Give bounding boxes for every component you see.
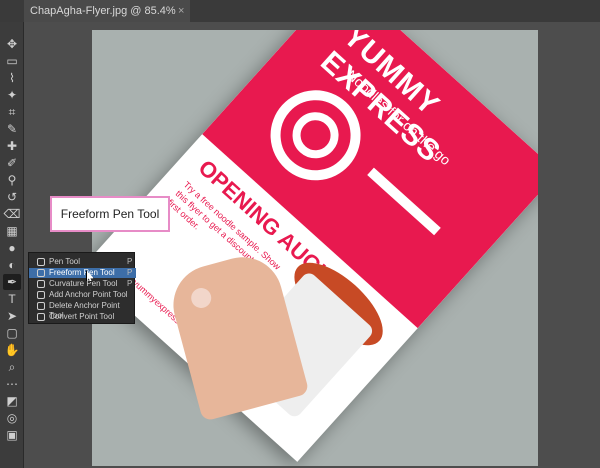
magic-wand-icon[interactable]: ✦ <box>3 87 21 103</box>
more-icon[interactable]: ⋯ <box>3 376 21 392</box>
pen-menu-label: Pen Tool <box>49 257 80 266</box>
history-brush-icon[interactable]: ↺ <box>3 189 21 205</box>
pen-menu-label: Add Anchor Point Tool <box>49 290 128 299</box>
zoom-icon[interactable]: ⌕ <box>3 359 21 375</box>
pen-menu-shortcut: P <box>127 268 133 277</box>
gradient-icon[interactable]: ▦ <box>3 223 21 239</box>
move-icon[interactable]: ✥ <box>3 36 21 52</box>
clone-icon[interactable]: ⚲ <box>3 172 21 188</box>
pen-menu-item[interactable]: Curvature Pen Tool P <box>29 279 136 289</box>
pen-menu-label: Curvature Pen Tool <box>49 279 118 288</box>
pen-menu-item[interactable]: Convert Point Tool <box>29 312 136 322</box>
shape-icon[interactable]: ▢ <box>3 325 21 341</box>
document-tab[interactable]: ChapAgha-Flyer.jpg @ 85.4% (RGB/8#) × <box>24 0 190 39</box>
eyedropper-icon[interactable]: ✎ <box>3 121 21 137</box>
marquee-icon[interactable]: ▭ <box>3 53 21 69</box>
hand-icon[interactable]: ✋ <box>3 342 21 358</box>
pen-tool-icon <box>37 291 45 299</box>
pen-tool-icon <box>37 280 45 288</box>
path-select-icon[interactable]: ➤ <box>3 308 21 324</box>
quickmask-icon[interactable]: ◎ <box>3 410 21 426</box>
pen-menu-shortcut: P <box>127 279 133 288</box>
crop-icon[interactable]: ⌗ <box>3 104 21 120</box>
fingernail <box>188 285 214 311</box>
pen-tool-icon <box>37 269 45 277</box>
pen-tool-flyout: Pen Tool P Freeform Pen Tool P Curvature Pen… <box>28 252 136 324</box>
pen-menu-item[interactable]: Pen Tool P <box>29 257 136 267</box>
pen-tool-icon <box>37 302 45 310</box>
pen-menu-label: Convert Point Tool <box>49 312 115 321</box>
document-tab-bar: ChapAgha-Flyer.jpg @ 85.4% (RGB/8#) × <box>0 0 600 39</box>
pen-menu-label: Freeform Pen Tool <box>49 268 115 277</box>
colors-icon[interactable]: ◩ <box>3 393 21 409</box>
blur-icon[interactable]: ● <box>3 240 21 256</box>
tool-callout-text: Freeform Pen Tool <box>60 207 160 221</box>
screen-mode-icon[interactable]: ▣ <box>3 427 21 443</box>
pen-tool-icon <box>37 258 45 266</box>
tools-panel: ✥ ▭ ⌇ ✦ ⌗ ✎ ✚ ✐ ⚲ ↺ ⌫ ▦ ● ◐ ✒ T ➤ ▢ ✋ ⌕ ⋯ ◩ ◎ ▣ <box>0 22 24 468</box>
heal-icon[interactable]: ✚ <box>3 138 21 154</box>
eraser-icon[interactable]: ⌫ <box>3 206 21 222</box>
pen-icon[interactable]: ✒ <box>3 274 21 290</box>
pen-menu-item[interactable]: Delete Anchor Point Tool <box>29 301 136 320</box>
type-icon[interactable]: T <box>3 291 21 307</box>
brush-icon[interactable]: ✐ <box>3 155 21 171</box>
close-icon[interactable]: × <box>178 0 184 22</box>
pen-menu-item[interactable]: Add Anchor Point Tool <box>29 290 136 300</box>
pen-menu-item[interactable]: Freeform Pen Tool P <box>29 268 136 278</box>
lasso-icon[interactable]: ⌇ <box>3 70 21 86</box>
pen-tool-icon <box>37 313 45 321</box>
document-canvas[interactable]: YUMMY EXPRESS Noodles for on the go OPEN… <box>92 30 538 466</box>
dodge-icon[interactable]: ◐ <box>3 257 21 273</box>
tool-callout: Freeform Pen Tool <box>50 196 170 232</box>
flyer: YUMMY EXPRESS Noodles for on the go OPEN… <box>92 30 538 462</box>
pen-menu-shortcut: P <box>127 257 133 266</box>
